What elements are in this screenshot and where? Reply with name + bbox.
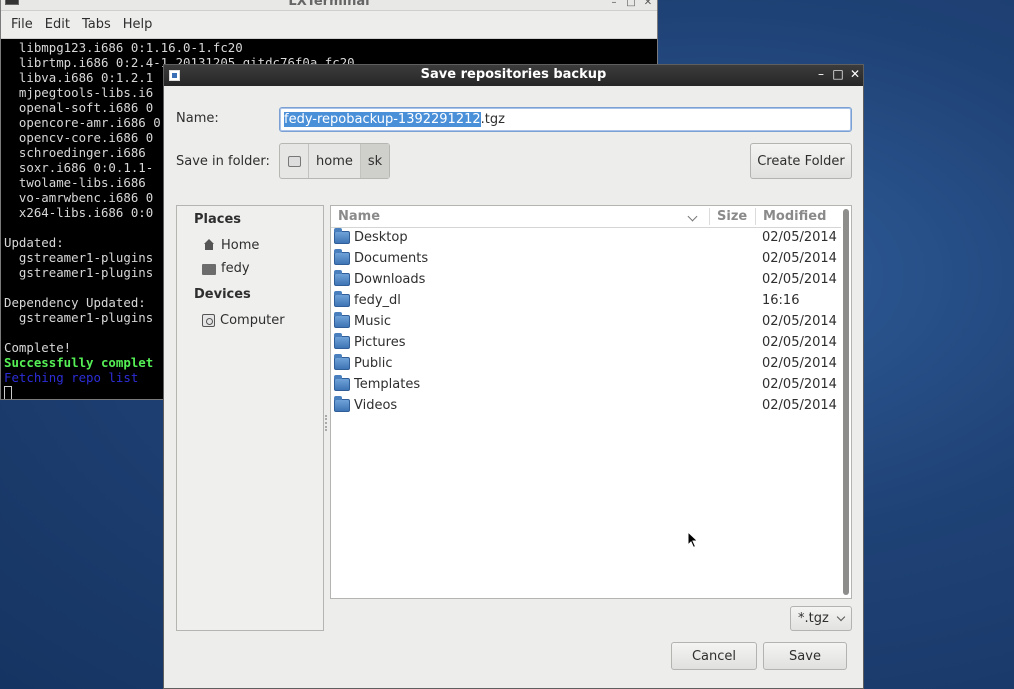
path-toggle-button[interactable] bbox=[280, 144, 309, 178]
file-modified: 02/05/2014 bbox=[762, 335, 837, 350]
folder-icon bbox=[334, 375, 350, 391]
column-header-name[interactable]: Name bbox=[338, 209, 380, 224]
menu-file[interactable]: File bbox=[5, 17, 39, 32]
file-row-fedy_dl[interactable]: fedy_dl 16:16 bbox=[331, 291, 841, 312]
file-name: Music bbox=[354, 314, 391, 329]
filename-selected-text: fedy-repobackup-1392291212 bbox=[284, 112, 481, 127]
places-item-home[interactable]: Home bbox=[202, 238, 259, 253]
folder-icon bbox=[334, 249, 350, 265]
edit-path-icon bbox=[287, 155, 301, 167]
drive-icon bbox=[202, 314, 215, 327]
close-icon[interactable]: ✕ bbox=[642, 0, 654, 8]
column-separator bbox=[709, 208, 710, 225]
folder-icon bbox=[334, 312, 350, 328]
file-name: Downloads bbox=[354, 272, 426, 287]
file-modified: 02/05/2014 bbox=[762, 377, 837, 392]
sort-chevron-down-icon[interactable] bbox=[687, 211, 698, 222]
file-name: Desktop bbox=[354, 230, 408, 245]
pane-resize-handle[interactable] bbox=[325, 415, 327, 431]
file-row-downloads[interactable]: Downloads 02/05/2014 bbox=[331, 270, 841, 291]
folder-icon bbox=[334, 354, 350, 370]
places-item-label: Computer bbox=[220, 313, 285, 328]
file-modified: 02/05/2014 bbox=[762, 272, 837, 287]
filename-input[interactable]: fedy-repobackup-1392291212.tgz bbox=[279, 107, 852, 132]
file-name: Templates bbox=[354, 377, 421, 392]
file-type-filter[interactable]: *.tgz bbox=[790, 606, 852, 631]
file-modified: 02/05/2014 bbox=[762, 356, 837, 371]
create-folder-button[interactable]: Create Folder bbox=[750, 143, 852, 179]
places-item-label: fedy bbox=[221, 261, 250, 276]
terminal-menubar: File Edit Tabs Help bbox=[1, 11, 657, 39]
file-name: Pictures bbox=[354, 335, 406, 350]
terminal-title: LXTerminal bbox=[288, 0, 370, 9]
terminal-titlebar[interactable]: LXTerminal – □ ✕ bbox=[1, 0, 657, 11]
path-button-home[interactable]: home bbox=[309, 144, 361, 178]
file-row-documents[interactable]: Documents 02/05/2014 bbox=[331, 249, 841, 270]
dialog-maximize-icon[interactable]: □ bbox=[831, 67, 845, 81]
file-list: Name Size Modified Desktop 02/05/2014 Docu… bbox=[330, 205, 852, 599]
file-name: fedy_dl bbox=[354, 293, 401, 308]
maximize-icon[interactable]: □ bbox=[625, 0, 637, 8]
file-name: Public bbox=[354, 356, 393, 371]
places-item-label: Home bbox=[221, 238, 260, 253]
terminal-cursor bbox=[4, 386, 12, 399]
file-list-scrollbar[interactable] bbox=[843, 209, 849, 595]
folder-icon bbox=[334, 396, 350, 412]
chevron-down-icon bbox=[836, 612, 846, 622]
file-type-filter-value: *.tgz bbox=[798, 611, 829, 626]
folder-icon bbox=[334, 270, 350, 286]
column-separator bbox=[755, 208, 756, 225]
home-icon bbox=[202, 239, 216, 252]
file-row-music[interactable]: Music 02/05/2014 bbox=[331, 312, 841, 333]
menu-tabs[interactable]: Tabs bbox=[76, 17, 117, 32]
places-heading: Places bbox=[194, 212, 242, 227]
folder-icon bbox=[334, 291, 350, 307]
places-item-fedy[interactable]: fedy bbox=[202, 261, 250, 276]
dialog-close-icon[interactable]: ✕ bbox=[848, 67, 862, 81]
file-name: Videos bbox=[354, 398, 398, 413]
dialog-titlebar[interactable]: Save repositories backup – □ ✕ bbox=[164, 65, 863, 86]
file-row-desktop[interactable]: Desktop 02/05/2014 bbox=[331, 228, 841, 249]
file-row-videos[interactable]: Videos 02/05/2014 bbox=[331, 396, 841, 417]
file-name: Documents bbox=[354, 251, 429, 266]
filename-extension: .tgz bbox=[480, 112, 505, 127]
file-modified: 02/05/2014 bbox=[762, 398, 837, 413]
file-modified: 16:16 bbox=[762, 293, 800, 308]
places-item-computer[interactable]: Computer bbox=[202, 313, 285, 328]
places-sidebar: Places Home fedy Devices Computer bbox=[176, 205, 324, 631]
file-list-header: Name Size Modified bbox=[331, 206, 841, 228]
column-header-modified[interactable]: Modified bbox=[763, 209, 826, 224]
name-label: Name: bbox=[176, 111, 219, 126]
save-dialog: Save repositories backup – □ ✕ Name: fed… bbox=[163, 64, 864, 689]
file-modified: 02/05/2014 bbox=[762, 251, 837, 266]
devices-heading: Devices bbox=[194, 287, 251, 302]
file-modified: 02/05/2014 bbox=[762, 314, 837, 329]
cancel-button[interactable]: Cancel bbox=[671, 642, 757, 670]
menu-help[interactable]: Help bbox=[117, 17, 159, 32]
dialog-minimize-icon[interactable]: – bbox=[814, 67, 828, 81]
file-row-public[interactable]: Public 02/05/2014 bbox=[331, 354, 841, 375]
minimize-icon[interactable]: – bbox=[608, 0, 620, 8]
folder-icon bbox=[202, 264, 216, 275]
column-header-size[interactable]: Size bbox=[717, 209, 747, 224]
file-row-pictures[interactable]: Pictures 02/05/2014 bbox=[331, 333, 841, 354]
dialog-title: Save repositories backup bbox=[420, 67, 607, 82]
folder-icon bbox=[334, 333, 350, 349]
folder-icon bbox=[334, 228, 350, 244]
file-modified: 02/05/2014 bbox=[762, 230, 837, 245]
path-bar: home sk bbox=[279, 143, 391, 179]
menu-edit[interactable]: Edit bbox=[39, 17, 76, 32]
terminal-line: libmpg123.i686 0:1.16.0-1.fc20 bbox=[4, 40, 243, 55]
file-row-templates[interactable]: Templates 02/05/2014 bbox=[331, 375, 841, 396]
save-button[interactable]: Save bbox=[763, 642, 847, 670]
save-in-folder-label: Save in folder: bbox=[176, 154, 270, 169]
path-button-sk[interactable]: sk bbox=[360, 144, 390, 178]
